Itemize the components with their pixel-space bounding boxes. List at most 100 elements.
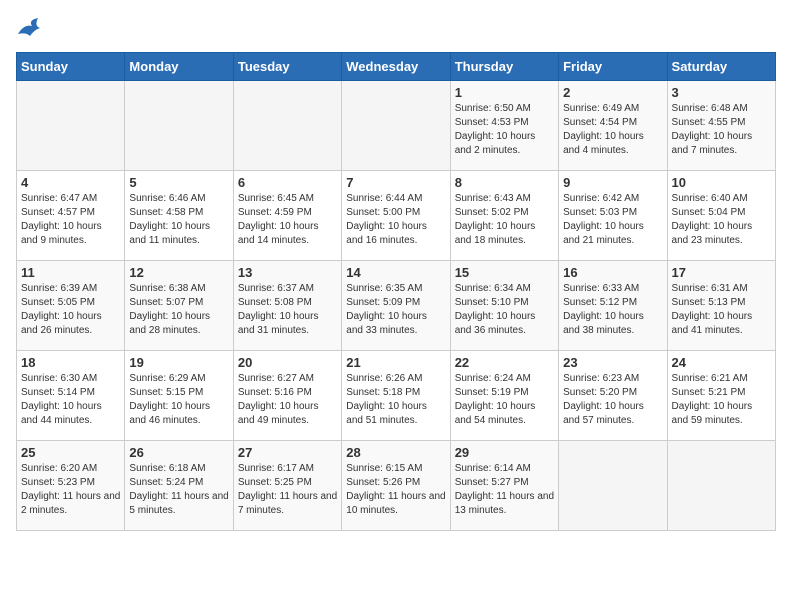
- day-detail: Sunrise: 6:40 AM Sunset: 5:04 PM Dayligh…: [672, 192, 771, 248]
- calendar-cell: 5 Sunrise: 6:46 AM Sunset: 4:58 PM Daylig…: [125, 171, 233, 261]
- calendar-week-1: 1 Sunrise: 6:50 AM Sunset: 4:53 PM Daylig…: [17, 81, 776, 171]
- calendar-cell: 3 Sunrise: 6:48 AM Sunset: 4:55 PM Daylig…: [667, 81, 775, 171]
- calendar-cell: 21 Sunrise: 6:26 AM Sunset: 5:18 PM Dayli…: [342, 351, 450, 441]
- calendar-cell: 17 Sunrise: 6:31 AM Sunset: 5:13 PM Dayli…: [667, 261, 775, 351]
- calendar-cell: [559, 441, 667, 531]
- day-number: 28: [346, 445, 445, 460]
- weekday-header-monday: Monday: [125, 53, 233, 81]
- calendar-cell: [233, 81, 341, 171]
- calendar-cell: 1 Sunrise: 6:50 AM Sunset: 4:53 PM Daylig…: [450, 81, 558, 171]
- day-detail: Sunrise: 6:26 AM Sunset: 5:18 PM Dayligh…: [346, 372, 445, 428]
- day-number: 15: [455, 265, 554, 280]
- day-detail: Sunrise: 6:23 AM Sunset: 5:20 PM Dayligh…: [563, 372, 662, 428]
- calendar-cell: 9 Sunrise: 6:42 AM Sunset: 5:03 PM Daylig…: [559, 171, 667, 261]
- logo: [16, 16, 50, 40]
- calendar-cell: 10 Sunrise: 6:40 AM Sunset: 5:04 PM Dayli…: [667, 171, 775, 261]
- calendar-cell: 25 Sunrise: 6:20 AM Sunset: 5:23 PM Dayli…: [17, 441, 125, 531]
- day-number: 5: [129, 175, 228, 190]
- calendar-cell: 15 Sunrise: 6:34 AM Sunset: 5:10 PM Dayli…: [450, 261, 558, 351]
- weekday-header-tuesday: Tuesday: [233, 53, 341, 81]
- calendar-cell: 29Sunrise: 6:14 AM Sunset: 5:27 PM Dayli…: [450, 441, 558, 531]
- day-number: 20: [238, 355, 337, 370]
- day-detail: Sunrise: 6:39 AM Sunset: 5:05 PM Dayligh…: [21, 282, 120, 338]
- day-number: 1: [455, 85, 554, 100]
- weekday-header-sunday: Sunday: [17, 53, 125, 81]
- calendar-week-4: 18 Sunrise: 6:30 AM Sunset: 5:14 PM Dayli…: [17, 351, 776, 441]
- calendar-cell: 20 Sunrise: 6:27 AM Sunset: 5:16 PM Dayli…: [233, 351, 341, 441]
- calendar-cell: 4Sunrise: 6:47 AM Sunset: 4:57 PM Daylig…: [17, 171, 125, 261]
- calendar-cell: 23 Sunrise: 6:23 AM Sunset: 5:20 PM Dayli…: [559, 351, 667, 441]
- calendar-cell: 6 Sunrise: 6:45 AM Sunset: 4:59 PM Daylig…: [233, 171, 341, 261]
- day-number: 3: [672, 85, 771, 100]
- calendar-cell: 26 Sunrise: 6:18 AM Sunset: 5:24 PM Dayli…: [125, 441, 233, 531]
- calendar-cell: 14Sunrise: 6:35 AM Sunset: 5:09 PM Dayli…: [342, 261, 450, 351]
- day-detail: Sunrise: 6:47 AM Sunset: 4:57 PM Dayligh…: [21, 192, 120, 248]
- day-number: 23: [563, 355, 662, 370]
- day-detail: Sunrise: 6:14 AM Sunset: 5:27 PM Dayligh…: [455, 462, 554, 518]
- calendar-cell: [342, 81, 450, 171]
- calendar-header: SundayMondayTuesdayWednesdayThursdayFrid…: [17, 53, 776, 81]
- day-number: 8: [455, 175, 554, 190]
- calendar-cell: 24 Sunrise: 6:21 AM Sunset: 5:21 PM Dayli…: [667, 351, 775, 441]
- day-detail: Sunrise: 6:49 AM Sunset: 4:54 PM Dayligh…: [563, 102, 662, 158]
- day-detail: Sunrise: 6:33 AM Sunset: 5:12 PM Dayligh…: [563, 282, 662, 338]
- day-detail: Sunrise: 6:37 AM Sunset: 5:08 PM Dayligh…: [238, 282, 337, 338]
- day-number: 10: [672, 175, 771, 190]
- day-detail: Sunrise: 6:34 AM Sunset: 5:10 PM Dayligh…: [455, 282, 554, 338]
- day-detail: Sunrise: 6:50 AM Sunset: 4:53 PM Dayligh…: [455, 102, 554, 158]
- day-number: 13: [238, 265, 337, 280]
- day-number: 9: [563, 175, 662, 190]
- calendar-cell: 8 Sunrise: 6:43 AM Sunset: 5:02 PM Daylig…: [450, 171, 558, 261]
- day-detail: Sunrise: 6:31 AM Sunset: 5:13 PM Dayligh…: [672, 282, 771, 338]
- calendar-cell: 2 Sunrise: 6:49 AM Sunset: 4:54 PM Daylig…: [559, 81, 667, 171]
- calendar-cell: [667, 441, 775, 531]
- calendar-body: 1 Sunrise: 6:50 AM Sunset: 4:53 PM Daylig…: [17, 81, 776, 531]
- day-detail: Sunrise: 6:48 AM Sunset: 4:55 PM Dayligh…: [672, 102, 771, 158]
- day-detail: Sunrise: 6:20 AM Sunset: 5:23 PM Dayligh…: [21, 462, 120, 518]
- calendar-week-2: 4Sunrise: 6:47 AM Sunset: 4:57 PM Daylig…: [17, 171, 776, 261]
- day-detail: Sunrise: 6:24 AM Sunset: 5:19 PM Dayligh…: [455, 372, 554, 428]
- day-detail: Sunrise: 6:42 AM Sunset: 5:03 PM Dayligh…: [563, 192, 662, 248]
- calendar-cell: [17, 81, 125, 171]
- calendar-table: SundayMondayTuesdayWednesdayThursdayFrid…: [16, 52, 776, 531]
- day-number: 21: [346, 355, 445, 370]
- day-detail: Sunrise: 6:27 AM Sunset: 5:16 PM Dayligh…: [238, 372, 337, 428]
- day-number: 25: [21, 445, 120, 460]
- day-detail: Sunrise: 6:21 AM Sunset: 5:21 PM Dayligh…: [672, 372, 771, 428]
- calendar-cell: 27 Sunrise: 6:17 AM Sunset: 5:25 PM Dayli…: [233, 441, 341, 531]
- day-number: 11: [21, 265, 120, 280]
- day-number: 24: [672, 355, 771, 370]
- day-detail: Sunrise: 6:46 AM Sunset: 4:58 PM Dayligh…: [129, 192, 228, 248]
- day-number: 7: [346, 175, 445, 190]
- day-detail: Sunrise: 6:45 AM Sunset: 4:59 PM Dayligh…: [238, 192, 337, 248]
- day-number: 19: [129, 355, 228, 370]
- day-detail: Sunrise: 6:43 AM Sunset: 5:02 PM Dayligh…: [455, 192, 554, 248]
- calendar-cell: 18 Sunrise: 6:30 AM Sunset: 5:14 PM Dayli…: [17, 351, 125, 441]
- logo-bird-icon: [16, 16, 46, 40]
- day-number: 2: [563, 85, 662, 100]
- calendar-week-5: 25 Sunrise: 6:20 AM Sunset: 5:23 PM Dayli…: [17, 441, 776, 531]
- day-number: 26: [129, 445, 228, 460]
- day-detail: Sunrise: 6:44 AM Sunset: 5:00 PM Dayligh…: [346, 192, 445, 248]
- weekday-header-row: SundayMondayTuesdayWednesdayThursdayFrid…: [17, 53, 776, 81]
- calendar-cell: 22 Sunrise: 6:24 AM Sunset: 5:19 PM Dayli…: [450, 351, 558, 441]
- day-detail: Sunrise: 6:30 AM Sunset: 5:14 PM Dayligh…: [21, 372, 120, 428]
- header: [16, 16, 776, 40]
- day-number: 16: [563, 265, 662, 280]
- day-number: 22: [455, 355, 554, 370]
- day-number: 12: [129, 265, 228, 280]
- calendar-cell: 19Sunrise: 6:29 AM Sunset: 5:15 PM Dayli…: [125, 351, 233, 441]
- day-number: 6: [238, 175, 337, 190]
- calendar-cell: 7 Sunrise: 6:44 AM Sunset: 5:00 PM Daylig…: [342, 171, 450, 261]
- calendar-cell: 12Sunrise: 6:38 AM Sunset: 5:07 PM Dayli…: [125, 261, 233, 351]
- calendar-cell: 13 Sunrise: 6:37 AM Sunset: 5:08 PM Dayli…: [233, 261, 341, 351]
- weekday-header-friday: Friday: [559, 53, 667, 81]
- day-detail: Sunrise: 6:18 AM Sunset: 5:24 PM Dayligh…: [129, 462, 228, 518]
- day-detail: Sunrise: 6:15 AM Sunset: 5:26 PM Dayligh…: [346, 462, 445, 518]
- day-number: 27: [238, 445, 337, 460]
- day-number: 18: [21, 355, 120, 370]
- weekday-header-saturday: Saturday: [667, 53, 775, 81]
- calendar-cell: [125, 81, 233, 171]
- day-detail: Sunrise: 6:17 AM Sunset: 5:25 PM Dayligh…: [238, 462, 337, 518]
- day-number: 17: [672, 265, 771, 280]
